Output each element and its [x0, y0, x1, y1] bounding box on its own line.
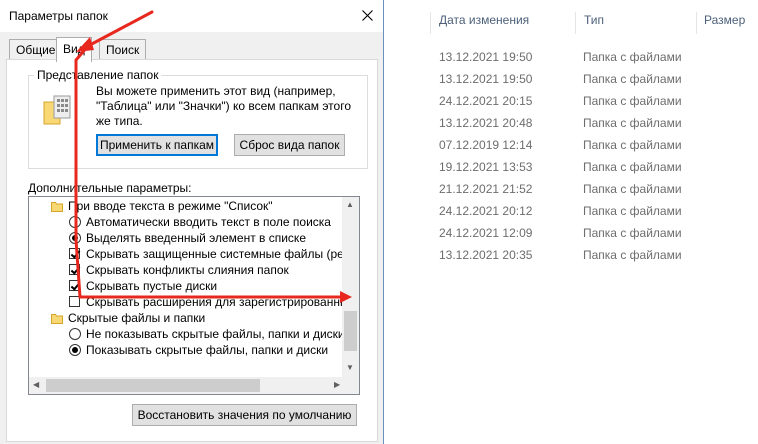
column-separator: [696, 12, 697, 34]
folder-icon: [51, 312, 63, 324]
file-row[interactable]: 21.12.2021 21:52 Папка с файлами: [430, 178, 758, 200]
column-header-size[interactable]: Размер: [704, 0, 745, 40]
settings-row-label: Выделять введенный элемент в списке: [86, 231, 306, 245]
file-date: 07.12.2019 12:14: [439, 138, 533, 152]
settings-row-label: Скрывать пустые диски: [86, 279, 218, 293]
file-row[interactable]: 13.12.2021 20:35 Папка с файлами: [430, 244, 758, 266]
file-row[interactable]: 24.12.2021 20:12 Папка с файлами: [430, 200, 758, 222]
file-row[interactable]: 13.12.2021 19:50 Папка с файлами: [430, 68, 758, 90]
file-type: Папка с файлами: [583, 116, 682, 130]
scroll-down-icon[interactable]: ▼: [346, 363, 354, 372]
vertical-scrollbar[interactable]: ▲ ▼: [342, 197, 359, 377]
folder-views-description: Вы можете применить этот вид (например, …: [96, 84, 351, 128]
file-date: 13.12.2021 20:35: [439, 248, 533, 262]
folder-options-dialog: Параметры папок Общие Вид Поиск Представ…: [0, 0, 384, 444]
settings-row-label: Скрывать расширения для зарегистрированн…: [86, 295, 360, 309]
dialog-titlebar[interactable]: Параметры папок: [0, 0, 383, 32]
settings-row-label: Не показывать скрытые файлы, папки и дис…: [86, 327, 345, 341]
checkbox[interactable]: [69, 296, 80, 307]
reset-folders-button[interactable]: Сброс вида папок: [234, 134, 345, 156]
file-date: 24.12.2021 20:15: [439, 94, 533, 108]
file-type: Папка с файлами: [583, 248, 682, 262]
file-type: Папка с файлами: [583, 50, 682, 64]
tab-view[interactable]: Вид: [56, 37, 92, 62]
tab-search[interactable]: Поиск: [99, 39, 147, 60]
column-separator: [430, 12, 431, 34]
file-type: Папка с файлами: [583, 160, 682, 174]
close-button[interactable]: [353, 0, 383, 32]
column-header-type[interactable]: Тип: [584, 0, 604, 40]
apply-to-folders-button[interactable]: Применить к папкам: [96, 134, 218, 156]
file-date: 21.12.2021 21:52: [439, 182, 533, 196]
advanced-settings-tree[interactable]: При вводе текста в режиме "Список" Автома…: [28, 196, 360, 395]
file-date: 13.12.2021 19:50: [439, 50, 533, 64]
file-date: 13.12.2021 19:50: [439, 72, 533, 86]
settings-row-label: Скрывать защищенные системные файлы (рек…: [86, 247, 360, 261]
file-row[interactable]: 24.12.2021 20:15 Папка с файлами: [430, 90, 758, 112]
dialog-title: Параметры папок: [9, 9, 108, 23]
file-type: Папка с файлами: [583, 72, 682, 86]
file-row[interactable]: 13.12.2021 19:50 Папка с файлами: [430, 46, 758, 68]
settings-row-label: Скрывать конфликты слияния папок: [86, 263, 289, 277]
settings-row-label: Скрытые файлы и папки: [68, 311, 206, 325]
column-separator: [575, 12, 576, 34]
radio-button[interactable]: [69, 344, 81, 356]
close-icon: [362, 10, 373, 21]
vertical-scroll-thumb[interactable]: [344, 311, 357, 351]
settings-row-label: Показывать скрытые файлы, папки и диски: [86, 343, 329, 357]
checkbox[interactable]: [69, 264, 80, 275]
radio-button[interactable]: [69, 216, 81, 228]
file-date: 13.12.2021 20:48: [439, 116, 533, 130]
restore-defaults-button[interactable]: Восстановить значения по умолчанию: [132, 404, 357, 426]
horizontal-scrollbar[interactable]: ◀ ▶: [29, 377, 359, 394]
file-type: Папка с файлами: [583, 138, 682, 152]
file-date: 19.12.2021 13:53: [439, 160, 533, 174]
file-type: Папка с файлами: [583, 182, 682, 196]
file-row[interactable]: 19.12.2021 13:53 Папка с файлами: [430, 156, 758, 178]
scroll-right-icon[interactable]: ▶: [334, 380, 340, 389]
file-type: Папка с файлами: [583, 94, 682, 108]
file-type: Папка с файлами: [583, 204, 682, 218]
settings-row-label: Автоматически вводить текст в поле поиск…: [86, 215, 331, 229]
folder-views-legend: Представление папок: [34, 68, 162, 82]
settings-row-label: При вводе текста в режиме "Список": [68, 199, 273, 213]
folder-view-icon: [43, 95, 71, 125]
checkbox[interactable]: [69, 248, 80, 259]
checkbox[interactable]: [69, 280, 80, 291]
file-row[interactable]: 07.12.2019 12:14 Папка с файлами: [430, 134, 758, 156]
scroll-left-icon[interactable]: ◀: [33, 380, 39, 389]
file-date: 24.12.2021 12:09: [439, 226, 533, 240]
file-row[interactable]: 13.12.2021 20:48 Папка с файлами: [430, 112, 758, 134]
advanced-settings-label: Дополнительные параметры:: [28, 181, 192, 195]
file-date: 24.12.2021 20:12: [439, 204, 533, 218]
scroll-up-icon[interactable]: ▲: [346, 200, 354, 209]
file-row[interactable]: 24.12.2021 12:09 Папка с файлами: [430, 222, 758, 244]
radio-button[interactable]: [69, 328, 81, 340]
horizontal-scroll-thumb[interactable]: [46, 379, 260, 392]
column-header-date[interactable]: Дата изменения: [439, 0, 529, 40]
tab-general[interactable]: Общие: [9, 39, 63, 60]
folder-icon: [51, 200, 63, 212]
file-type: Папка с файлами: [583, 226, 682, 240]
radio-button[interactable]: [69, 232, 81, 244]
